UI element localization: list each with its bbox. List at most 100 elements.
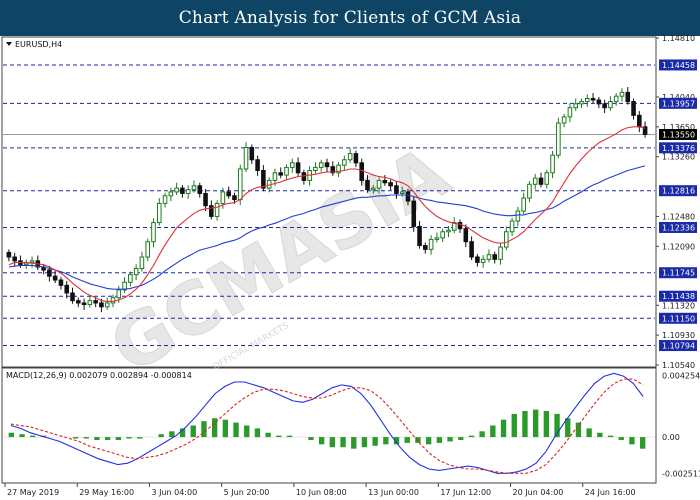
candle-body [261,169,266,189]
candle-body [602,103,607,109]
candle-body [637,114,642,128]
candle-body [197,185,203,194]
candle-body [399,191,405,194]
x-tick-24-jun-16-00: 24 Jun 16:00 [585,488,636,497]
candle-body [116,289,122,299]
candle-body [498,246,503,260]
candle-body [12,256,17,262]
candle-body [515,210,521,222]
candle-body [272,172,278,181]
candle-body [168,191,174,197]
candle-body [423,245,428,250]
candle-body [47,269,52,277]
candle-body [573,103,578,109]
candle-body [220,191,226,204]
candle-body [249,147,255,161]
candle-body [318,162,324,168]
level-label-1-12336: 1.12336 [662,223,695,232]
x-tick-17-jun-12-00: 17 Jun 12:00 [440,488,491,497]
candle-body [174,187,179,193]
candle-body [521,197,526,212]
candle-body [405,191,411,202]
candle-body [104,302,110,308]
candle-body [180,187,185,194]
candle-body [162,195,168,204]
candle-body [544,172,550,185]
macd-label: MACD(12,26,9) 0.002079 0.002894 -0.00081… [6,371,192,380]
candle-body [278,172,284,176]
candle-body [434,237,440,240]
candle-body [133,268,139,276]
symbol-label: EURUSD,H4 [15,40,62,49]
x-tick-29-may-16-00: 29 May 16:00 [79,488,134,497]
candle-body [394,185,399,194]
candle-body [185,189,191,194]
level-label-1-13957: 1.13957 [662,99,695,108]
chart-canvas: GCMASIAOFFICIAL MARKETS 1.148101.140401.… [1,34,700,497]
candle-body [151,222,156,243]
candle-body [596,99,602,105]
candle-body [29,260,35,263]
candle-body [417,225,422,247]
candle-body [128,274,133,283]
macd-y-tick-0-004254: 0.004254 [662,371,700,380]
candle-body [556,122,561,156]
candle-body [353,153,359,164]
x-tick-27-may-2019: 27 May 2019 [7,488,59,497]
candle-body [324,162,330,168]
candle-body [504,231,509,248]
candle-body [411,200,417,227]
candle-body [376,179,382,189]
candle-body [463,228,469,243]
candle-body [255,159,260,171]
candle-body [6,251,12,258]
level-label-1-11745: 1.11745 [662,269,695,278]
candle-body [527,183,532,199]
candle-body [619,91,625,97]
candle-body [359,162,364,181]
candle-body [625,91,631,103]
candle-body [284,166,289,176]
candle-body [365,179,370,191]
candle-body [608,101,613,109]
candle-body [156,202,162,224]
y-tick-1-13260: 1.13260 [662,153,695,162]
x-tick-5-jun-20-00: 5 Jun 20:00 [224,488,270,497]
candle-body [313,166,318,171]
candle-body [145,241,150,258]
candle-body [243,147,249,170]
candle-body [226,191,231,197]
candle-body [99,302,104,308]
candle-body [347,153,353,161]
candle-body [532,177,538,185]
candle-body [428,238,434,250]
y-tick-1-12090: 1.12090 [662,242,695,251]
candle-body [81,302,87,306]
y-tick-1-14810: 1.14810 [662,34,695,43]
x-tick-20-jun-04-00: 20 Jun 04:00 [513,488,564,497]
level-label-1-13376: 1.13376 [662,144,695,153]
candle-body [579,101,584,105]
candle-body [232,195,237,201]
candle-body [590,97,596,101]
macd-y-tick-0-00: 0.00 [662,433,680,442]
candle-body [191,185,197,191]
candle-body [509,220,515,233]
candle-body [475,256,480,263]
candle-body [469,241,474,258]
candle-body [480,258,486,263]
macd-y-tick-0-002511: -0.002511 [662,469,700,478]
candle-body [93,300,98,304]
level-label-1-12816: 1.12816 [662,187,695,196]
level-label-1-11438: 1.11438 [662,292,695,301]
candle-body [237,168,243,201]
x-tick-13-jun-00-00: 13 Jun 00:00 [368,488,419,497]
level-label-1-10794: 1.10794 [662,342,695,351]
candle-body [58,279,64,286]
candle-body [631,101,636,116]
candle-body [87,300,93,306]
candle-body [561,116,567,124]
candle-body [52,275,58,281]
candle-body [139,256,145,270]
level-label-1-14458: 1.14458 [662,61,695,70]
